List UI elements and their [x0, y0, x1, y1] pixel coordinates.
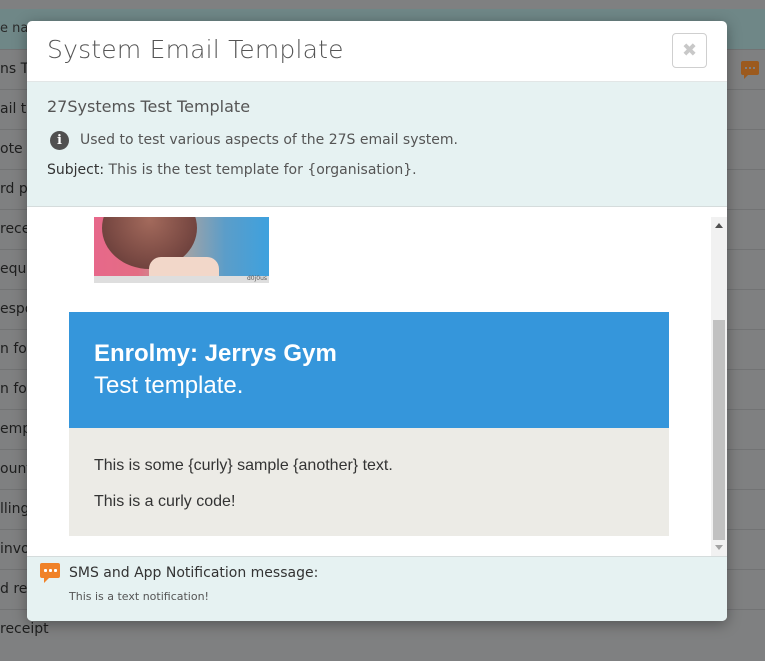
close-icon: ✖ [681, 39, 698, 61]
sms-notification-text: This is a text notification! [69, 590, 209, 603]
template-info-panel: 27Systems Test Template i Used to test v… [27, 82, 727, 207]
background-row-text: equ [0, 261, 27, 277]
sms-notification-label: SMS and App Notification message: [69, 565, 319, 581]
notification-footer: SMS and App Notification message: This i… [27, 556, 727, 621]
background-row-text: receipt [0, 621, 49, 637]
modal-title: System Email Template [47, 35, 344, 64]
email-subtitle: Test template. [94, 372, 244, 399]
subject-value: This is the test template for {organisat… [104, 162, 417, 178]
email-body-line: This is some {curly} sample {another} te… [94, 457, 393, 474]
email-brand: Enrolmy: Jerrys Gym [94, 340, 337, 367]
scroll-up-arrow-icon[interactable] [715, 223, 723, 228]
photo-watermark: d0j0us [246, 275, 267, 282]
email-body-line: This is a curly code! [94, 493, 236, 510]
scrollbar-thumb[interactable] [713, 320, 725, 540]
background-row-text: rd p [0, 181, 28, 197]
close-button[interactable]: ✖ [672, 33, 707, 68]
info-icon: i [50, 131, 69, 150]
template-description: Used to test various aspects of the 27S … [80, 132, 458, 148]
subject-label: Subject: [47, 162, 105, 178]
background-row-text: lling [0, 501, 30, 517]
chat-bubble-icon [40, 563, 60, 583]
scroll-down-arrow-icon[interactable] [715, 545, 723, 550]
email-header-banner: Enrolmy: Jerrys Gym Test template. [69, 312, 669, 428]
email-template-modal: System Email Template ✖ 27Systems Test T… [27, 21, 727, 621]
chat-icon [741, 61, 759, 79]
template-subject: Subject: This is the test template for {… [47, 162, 417, 178]
header-photo: d0j0us [94, 217, 269, 283]
template-name: 27Systems Test Template [47, 97, 251, 116]
email-body: This is some {curly} sample {another} te… [69, 428, 669, 536]
preview-scrollbar[interactable] [711, 217, 727, 556]
email-preview[interactable]: d0j0us Enrolmy: Jerrys Gym Test template… [27, 217, 711, 556]
modal-header: System Email Template ✖ [27, 21, 727, 82]
background-row-text: invo [0, 541, 30, 557]
